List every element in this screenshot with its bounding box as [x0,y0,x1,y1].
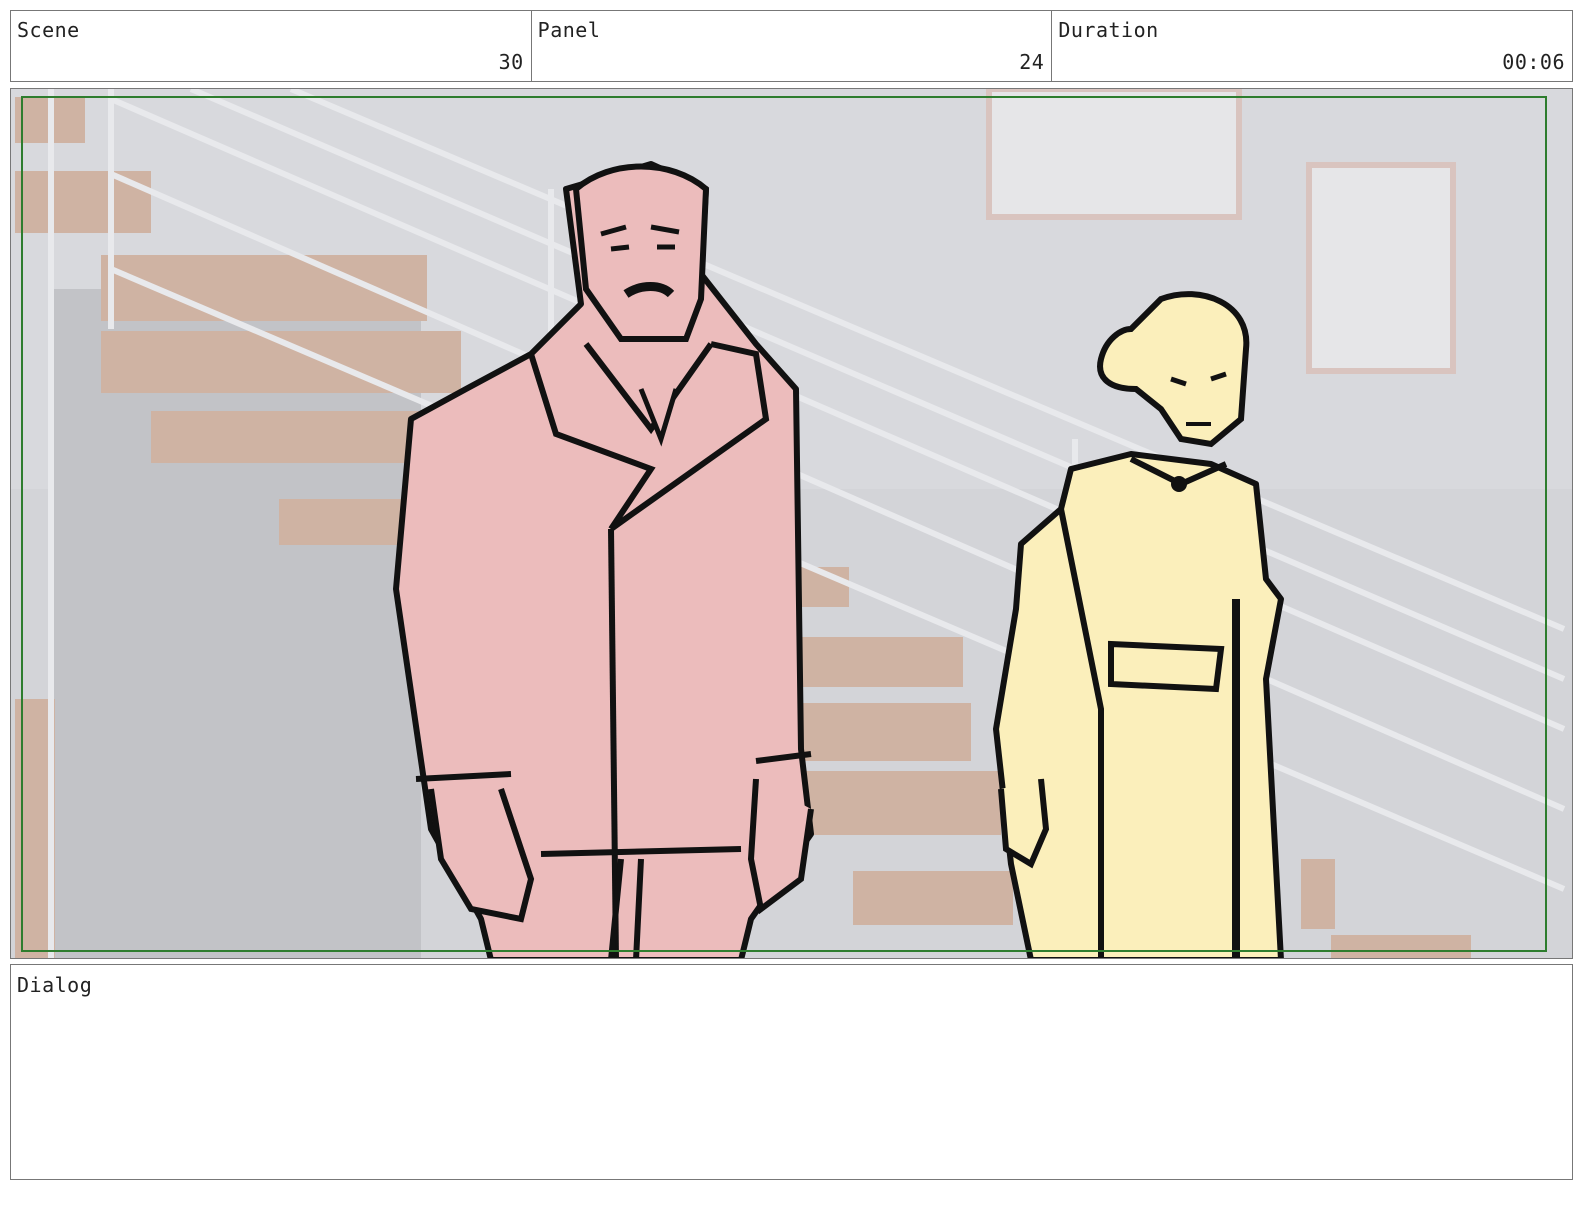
scene-label: Scene [17,18,80,42]
panel-number[interactable]: 24 [1019,50,1044,74]
duration-cell: Duration 00:06 [1052,11,1572,81]
scene-number[interactable]: 30 [499,50,524,74]
panel-label: Panel [537,18,601,42]
panel-cell: Panel 24 [532,11,1053,81]
storyboard-panel-image[interactable] [10,88,1573,959]
duration-label: Duration [1058,18,1159,42]
panel-drawing [11,89,1572,958]
duration-value[interactable]: 00:06 [1502,50,1565,74]
dialog-label: Dialog [17,973,93,997]
panel-info-header: Scene 30 Panel 24 Duration 00:06 [10,10,1573,82]
scene-cell: Scene 30 [11,11,532,81]
dialog-box[interactable]: Dialog [10,964,1573,1180]
